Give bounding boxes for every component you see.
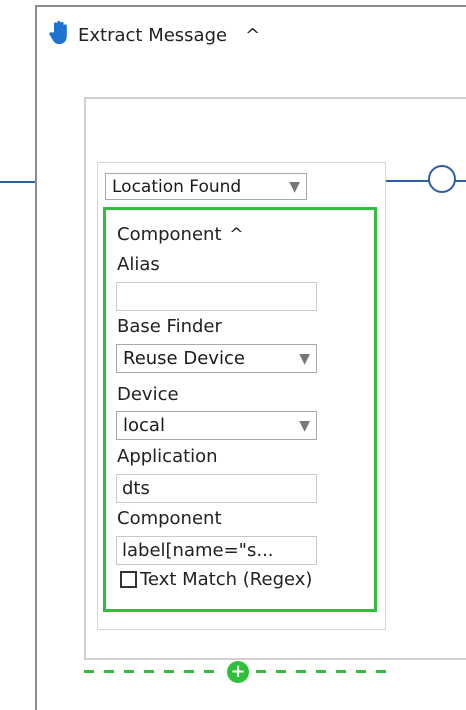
application-input[interactable]: dts bbox=[116, 474, 317, 503]
condition-select-value: Location Found bbox=[112, 176, 242, 197]
component-input[interactable]: label[name="s... bbox=[116, 536, 317, 565]
hand-icon bbox=[48, 20, 72, 50]
device-select[interactable]: local ▼ bbox=[116, 411, 317, 440]
connector-node-circle[interactable] bbox=[428, 165, 456, 193]
text-match-label: Text Match (Regex) bbox=[140, 569, 313, 590]
text-match-checkbox[interactable] bbox=[120, 571, 137, 588]
component-heading: Component ^ bbox=[117, 224, 244, 245]
application-label: Application bbox=[117, 446, 218, 467]
condition-select[interactable]: Location Found ▼ bbox=[105, 173, 307, 200]
connector-line-out bbox=[386, 180, 430, 182]
dropdown-caret-icon: ▼ bbox=[299, 417, 310, 434]
connector-line-out-right bbox=[455, 180, 466, 182]
component-heading-label: Component bbox=[117, 224, 222, 245]
dropdown-caret-icon: ▼ bbox=[299, 350, 310, 367]
dropdown-caret-icon: ▼ bbox=[289, 178, 300, 195]
chevron-up-icon[interactable]: ^ bbox=[229, 225, 243, 245]
base-finder-label: Base Finder bbox=[117, 316, 222, 337]
alias-label: Alias bbox=[117, 254, 160, 275]
step-header: Extract Message ^ bbox=[48, 20, 260, 50]
base-finder-select[interactable]: Reuse Device ▼ bbox=[116, 344, 317, 373]
chevron-up-icon[interactable]: ^ bbox=[245, 25, 260, 46]
component-label: Component bbox=[117, 508, 222, 529]
alias-input[interactable] bbox=[116, 282, 317, 311]
device-value: local bbox=[123, 415, 165, 436]
add-step-plus-icon[interactable]: + bbox=[227, 661, 249, 683]
step-title: Extract Message bbox=[78, 24, 228, 46]
device-label: Device bbox=[117, 384, 179, 405]
base-finder-value: Reuse Device bbox=[123, 348, 245, 369]
